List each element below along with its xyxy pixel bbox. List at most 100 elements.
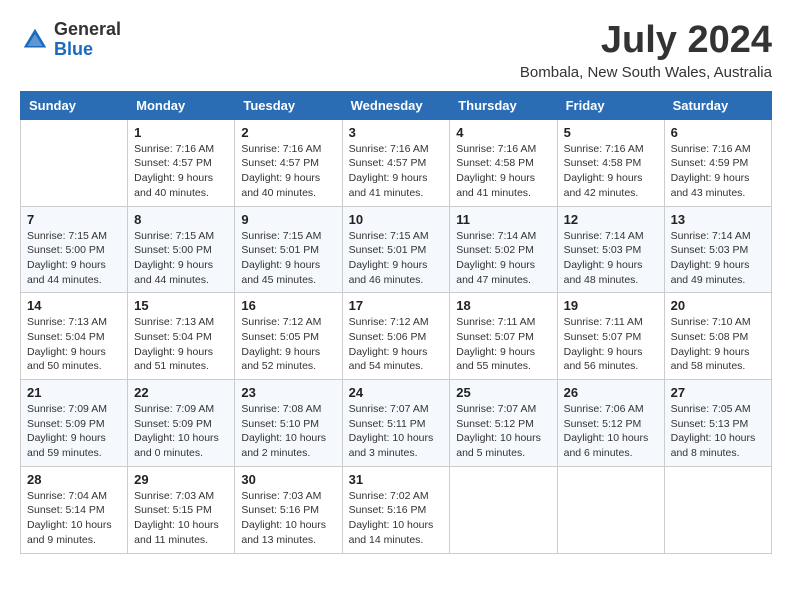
calendar-cell: 3Sunrise: 7:16 AMSunset: 4:57 PMDaylight… [342,119,450,206]
day-number: 16 [241,298,335,313]
calendar-table: SundayMondayTuesdayWednesdayThursdayFrid… [20,91,772,554]
calendar-header-monday: Monday [128,91,235,119]
calendar-cell [557,466,664,553]
day-info: Sunrise: 7:16 AMSunset: 4:59 PMDaylight:… [671,142,765,201]
calendar-cell: 21 Sunrise: 7:09 AMSunset: 5:09 PMDayligh… [21,380,128,467]
day-info: Sunrise: 7:15 AMSunset: 5:00 PMDaylight:… [134,229,228,288]
day-info: Sunrise: 7:08 AMSunset: 5:10 PMDaylight:… [241,402,335,461]
day-number: 26 [564,385,658,400]
day-number: 10 [349,212,444,227]
month-title: July 2024 [520,20,772,62]
day-number: 28 [27,472,121,487]
calendar-cell: 2 Sunrise: 7:16 AMSunset: 4:57 PMDaylight… [235,119,342,206]
calendar-header-friday: Friday [557,91,664,119]
day-info: Sunrise: 7:13 AMSunset: 5:04 PMDaylight:… [27,315,121,374]
day-number: 12 [564,212,658,227]
day-info: Sunrise: 7:14 AMSunset: 5:03 PMDaylight:… [564,229,658,288]
calendar-cell: 25Sunrise: 7:07 AMSunset: 5:12 PMDayligh… [450,380,557,467]
location: Bombala, New South Wales, Australia [520,64,772,81]
calendar-cell: 10 Sunrise: 7:15 AMSunset: 5:01 PMDayligh… [342,206,450,293]
calendar-week-row: 28 Sunrise: 7:04 AMSunset: 5:14 PMDayligh… [21,466,772,553]
day-info: Sunrise: 7:04 AMSunset: 5:14 PMDaylight:… [27,489,121,548]
day-info: Sunrise: 7:16 AMSunset: 4:57 PMDaylight:… [241,142,335,201]
day-info: Sunrise: 7:03 AMSunset: 5:15 PMDaylight:… [134,489,228,548]
day-number: 7 [27,212,121,227]
day-info: Sunrise: 7:10 AMSunset: 5:08 PMDaylight:… [671,315,765,374]
day-number: 20 [671,298,765,313]
calendar-cell: 16 Sunrise: 7:12 AMSunset: 5:05 PMDayligh… [235,293,342,380]
calendar-cell [664,466,771,553]
logo-blue: Blue [54,39,93,59]
day-info: Sunrise: 7:16 AMSunset: 4:57 PMDaylight:… [134,142,228,201]
calendar-cell: 24 Sunrise: 7:07 AMSunset: 5:11 PMDayligh… [342,380,450,467]
calendar-cell: 11Sunrise: 7:14 AMSunset: 5:02 PMDayligh… [450,206,557,293]
day-number: 31 [349,472,444,487]
calendar-cell: 19Sunrise: 7:11 AMSunset: 5:07 PMDayligh… [557,293,664,380]
day-info: Sunrise: 7:05 AMSunset: 5:13 PMDaylight:… [671,402,765,461]
logo-general: General [54,19,121,39]
calendar-cell: 7 Sunrise: 7:15 AMSunset: 5:00 PMDaylight… [21,206,128,293]
day-info: Sunrise: 7:12 AMSunset: 5:05 PMDaylight:… [241,315,335,374]
day-number: 18 [456,298,550,313]
calendar-header-tuesday: Tuesday [235,91,342,119]
day-number: 25 [456,385,550,400]
day-number: 15 [134,298,228,313]
day-number: 5 [564,125,658,140]
calendar-cell: 15 Sunrise: 7:13 AMSunset: 5:04 PMDayligh… [128,293,235,380]
day-info: Sunrise: 7:06 AMSunset: 5:12 PMDaylight:… [564,402,658,461]
day-number: 6 [671,125,765,140]
calendar-cell: 18Sunrise: 7:11 AMSunset: 5:07 PMDayligh… [450,293,557,380]
calendar-header-thursday: Thursday [450,91,557,119]
day-number: 21 [27,385,121,400]
calendar-cell: 20 Sunrise: 7:10 AMSunset: 5:08 PMDayligh… [664,293,771,380]
calendar-week-row: 21 Sunrise: 7:09 AMSunset: 5:09 PMDayligh… [21,380,772,467]
calendar-cell: 6 Sunrise: 7:16 AMSunset: 4:59 PMDaylight… [664,119,771,206]
calendar-cell: 27 Sunrise: 7:05 AMSunset: 5:13 PMDayligh… [664,380,771,467]
calendar-cell: 12 Sunrise: 7:14 AMSunset: 5:03 PMDayligh… [557,206,664,293]
day-number: 27 [671,385,765,400]
day-number: 9 [241,212,335,227]
day-number: 3 [349,125,444,140]
day-number: 29 [134,472,228,487]
day-number: 2 [241,125,335,140]
day-info: Sunrise: 7:15 AMSunset: 5:00 PMDaylight:… [27,229,121,288]
day-number: 17 [349,298,444,313]
calendar-header-sunday: Sunday [21,91,128,119]
calendar-week-row: 14Sunrise: 7:13 AMSunset: 5:04 PMDayligh… [21,293,772,380]
day-number: 24 [349,385,444,400]
calendar-cell: 26 Sunrise: 7:06 AMSunset: 5:12 PMDayligh… [557,380,664,467]
day-info: Sunrise: 7:07 AMSunset: 5:11 PMDaylight:… [349,402,444,461]
calendar-header-wednesday: Wednesday [342,91,450,119]
calendar-cell: 9Sunrise: 7:15 AMSunset: 5:01 PMDaylight… [235,206,342,293]
calendar-week-row: 7 Sunrise: 7:15 AMSunset: 5:00 PMDaylight… [21,206,772,293]
calendar-cell: 30Sunrise: 7:03 AMSunset: 5:16 PMDayligh… [235,466,342,553]
logo-text: General Blue [54,20,121,60]
calendar-cell: 8 Sunrise: 7:15 AMSunset: 5:00 PMDaylight… [128,206,235,293]
day-info: Sunrise: 7:02 AMSunset: 5:16 PMDaylight:… [349,489,444,548]
calendar-cell: 5 Sunrise: 7:16 AMSunset: 4:58 PMDaylight… [557,119,664,206]
calendar-cell: 22Sunrise: 7:09 AMSunset: 5:09 PMDayligh… [128,380,235,467]
day-info: Sunrise: 7:16 AMSunset: 4:58 PMDaylight:… [564,142,658,201]
calendar-cell: 31 Sunrise: 7:02 AMSunset: 5:16 PMDayligh… [342,466,450,553]
calendar-cell: 29 Sunrise: 7:03 AMSunset: 5:15 PMDayligh… [128,466,235,553]
day-info: Sunrise: 7:12 AMSunset: 5:06 PMDaylight:… [349,315,444,374]
title-block: July 2024 Bombala, New South Wales, Aust… [520,20,772,81]
calendar-cell: 14Sunrise: 7:13 AMSunset: 5:04 PMDayligh… [21,293,128,380]
day-info: Sunrise: 7:13 AMSunset: 5:04 PMDaylight:… [134,315,228,374]
calendar-cell: 17 Sunrise: 7:12 AMSunset: 5:06 PMDayligh… [342,293,450,380]
day-info: Sunrise: 7:09 AMSunset: 5:09 PMDaylight:… [27,402,121,461]
logo-icon [20,25,50,55]
calendar-header-row: SundayMondayTuesdayWednesdayThursdayFrid… [21,91,772,119]
calendar-week-row: 1 Sunrise: 7:16 AMSunset: 4:57 PMDaylight… [21,119,772,206]
day-number: 8 [134,212,228,227]
day-info: Sunrise: 7:15 AMSunset: 5:01 PMDaylight:… [349,229,444,288]
calendar-cell: 28 Sunrise: 7:04 AMSunset: 5:14 PMDayligh… [21,466,128,553]
day-info: Sunrise: 7:14 AMSunset: 5:03 PMDaylight:… [671,229,765,288]
day-info: Sunrise: 7:14 AMSunset: 5:02 PMDaylight:… [456,229,550,288]
day-info: Sunrise: 7:09 AMSunset: 5:09 PMDaylight:… [134,402,228,461]
day-info: Sunrise: 7:11 AMSunset: 5:07 PMDaylight:… [564,315,658,374]
calendar-cell [450,466,557,553]
day-number: 1 [134,125,228,140]
day-number: 13 [671,212,765,227]
logo: General Blue [20,20,121,60]
